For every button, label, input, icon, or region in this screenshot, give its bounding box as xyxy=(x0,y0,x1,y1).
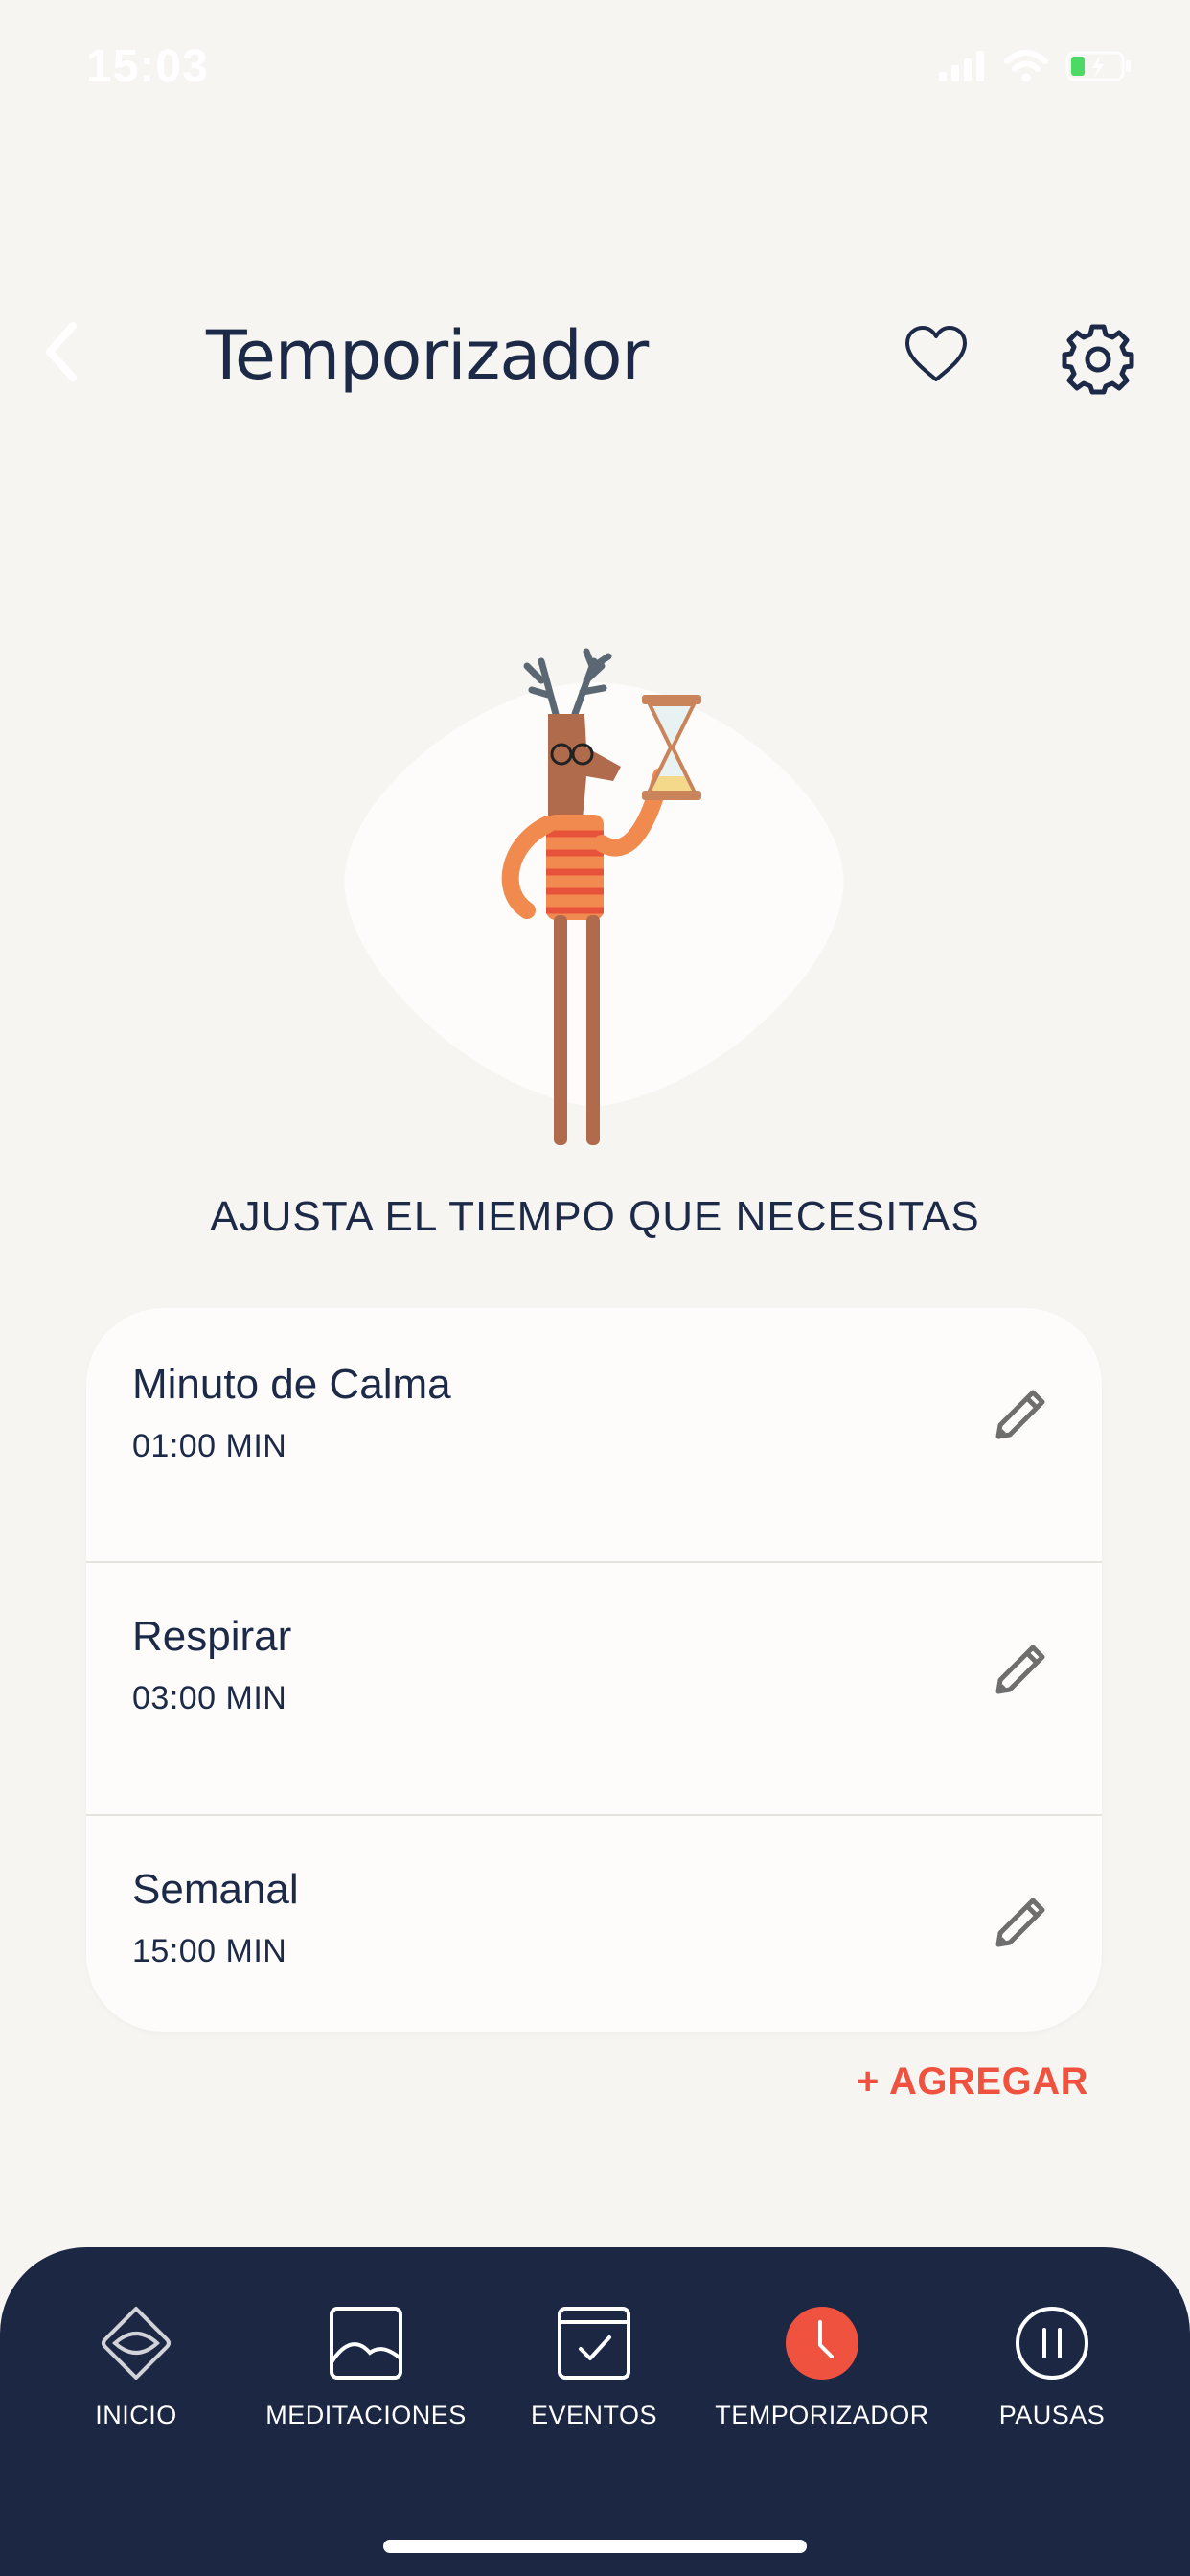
gear-icon[interactable] xyxy=(1062,322,1134,395)
tab-label: EVENTOS xyxy=(530,2401,658,2429)
heart-icon[interactable] xyxy=(903,322,970,389)
calendar-check-icon xyxy=(558,2307,630,2380)
battery-icon xyxy=(1065,51,1131,81)
timer-row[interactable]: Minuto de Calma 01:00 MIN xyxy=(86,1308,1102,1560)
timer-name: Minuto de Calma xyxy=(132,1361,451,1408)
back-button[interactable] xyxy=(34,318,92,385)
timer-duration: 01:00 MIN xyxy=(132,1428,287,1464)
tab-bar: INICIO MEDITACIONES EVENTOS TEMPORIZADOR… xyxy=(0,2247,1190,2576)
status-time: 15:03 xyxy=(86,41,209,92)
header: Temporizador xyxy=(0,288,1190,422)
pencil-icon[interactable] xyxy=(991,1891,1052,1952)
tab-temporizador[interactable]: TEMPORIZADOR xyxy=(707,2303,937,2447)
pencil-icon[interactable] xyxy=(991,1638,1052,1699)
tab-label: INICIO xyxy=(95,2401,177,2429)
pencil-icon[interactable] xyxy=(991,1383,1052,1444)
page-title: Temporizador xyxy=(206,316,649,395)
timer-name: Semanal xyxy=(132,1866,299,1913)
timer-row[interactable]: Respirar 03:00 MIN xyxy=(86,1561,1102,1815)
eye-diamond-icon xyxy=(102,2307,171,2380)
tab-label: PAUSAS xyxy=(998,2401,1106,2429)
home-indicator xyxy=(383,2540,807,2553)
signal-icon xyxy=(939,51,984,81)
status-icons xyxy=(939,50,1133,82)
tab-label: MEDITACIONES xyxy=(265,2401,467,2429)
tab-eventos[interactable]: EVENTOS xyxy=(479,2303,709,2447)
timer-duration: 03:00 MIN xyxy=(132,1680,287,1716)
tab-pausas[interactable]: PAUSAS xyxy=(937,2303,1167,2447)
image-icon xyxy=(330,2307,402,2380)
tab-meditaciones[interactable]: MEDITACIONES xyxy=(251,2303,481,2447)
tab-inicio[interactable]: INICIO xyxy=(21,2303,251,2447)
deer-hourglass-illustration xyxy=(344,648,844,1145)
pause-icon xyxy=(1016,2307,1088,2380)
timer-duration: 15:00 MIN xyxy=(132,1933,287,1969)
add-timer-button[interactable]: + AGREGAR xyxy=(857,2060,1088,2104)
timer-row[interactable]: Semanal 15:00 MIN xyxy=(86,1814,1102,2032)
wifi-icon xyxy=(1004,50,1048,82)
timer-list: Minuto de Calma 01:00 MIN Respirar 03:00… xyxy=(86,1308,1102,2032)
tab-label: TEMPORIZADOR xyxy=(715,2401,929,2429)
status-bar: 15:03 xyxy=(0,0,1190,134)
timer-name: Respirar xyxy=(132,1613,292,1660)
clock-icon xyxy=(786,2307,858,2380)
subtitle: AJUSTA EL TIEMPO QUE NECESITAS xyxy=(210,1193,980,1240)
